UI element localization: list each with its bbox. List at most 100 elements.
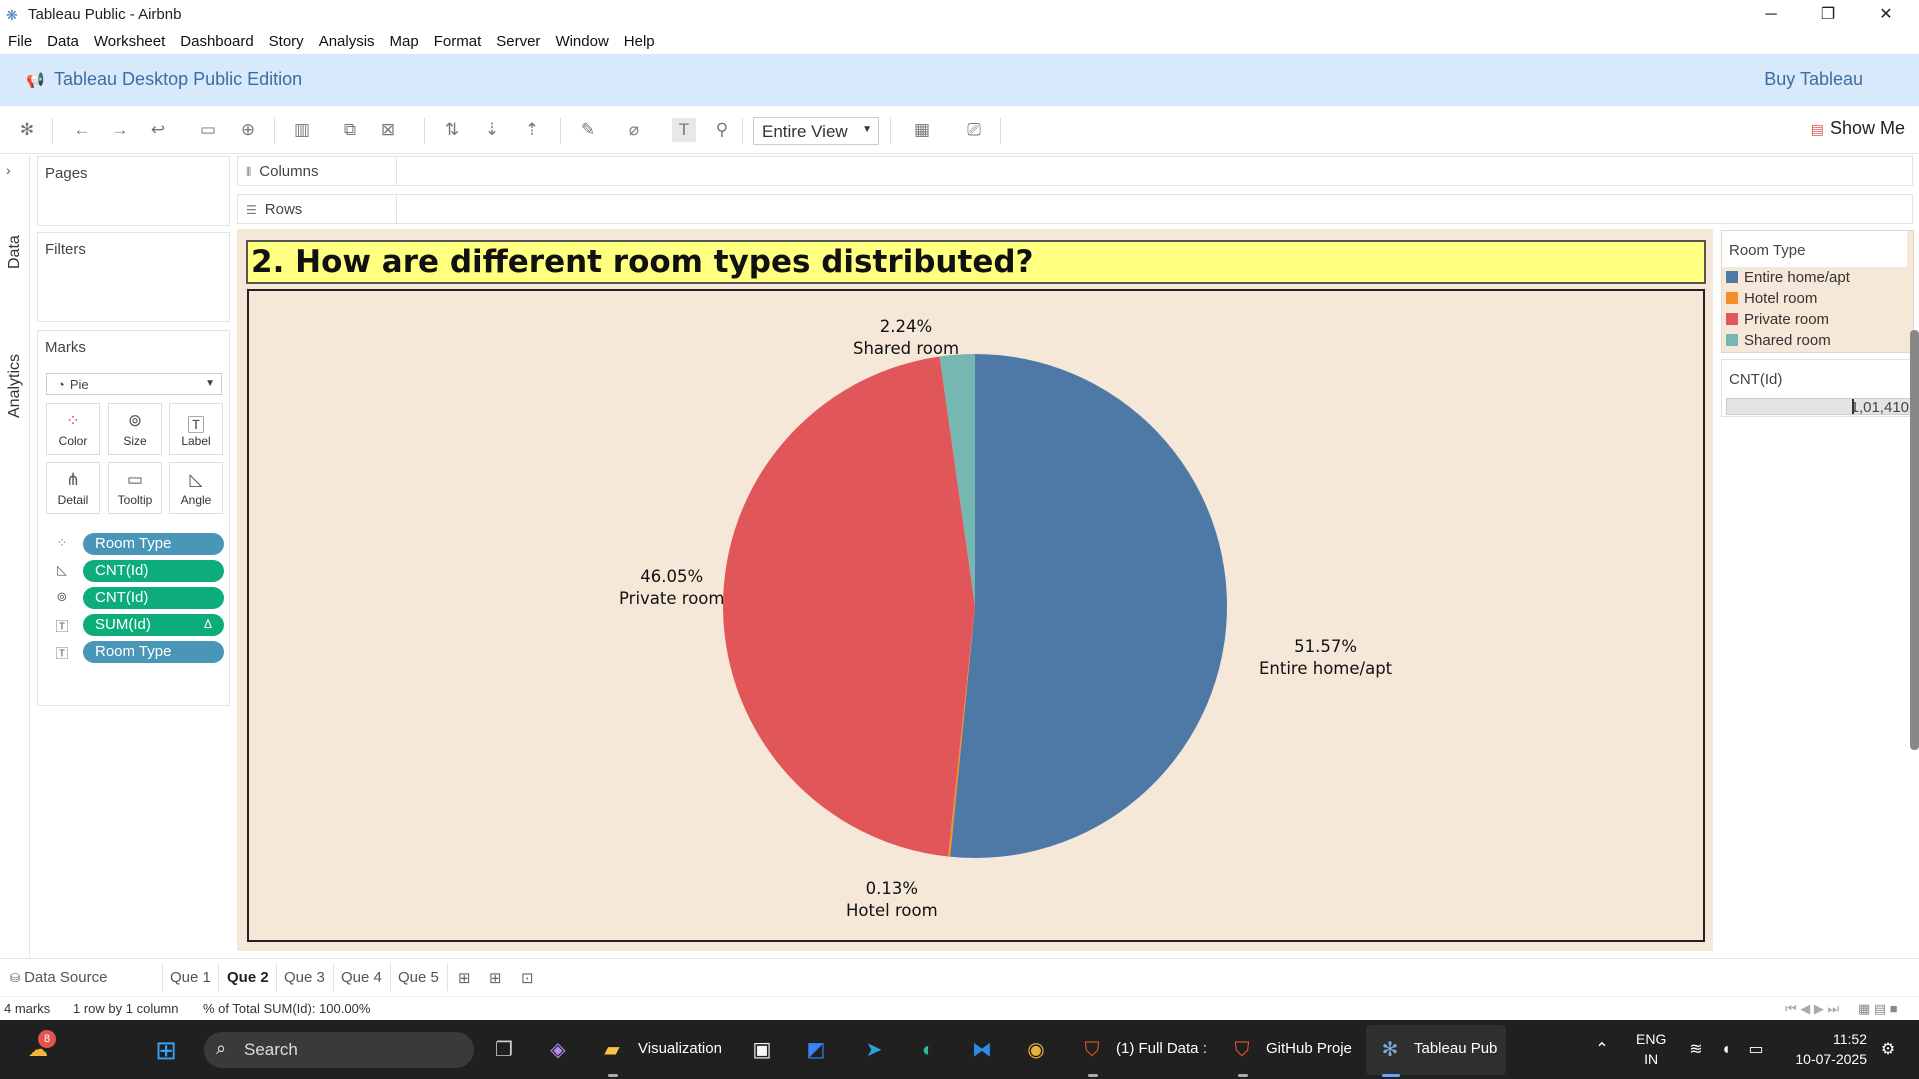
fit-dropdown[interactable]: Entire View ▼ — [753, 117, 879, 145]
menu-window[interactable]: Window — [547, 30, 615, 50]
rows-shelf[interactable]: ☰ Rows — [237, 194, 1913, 224]
taskbar-app-tableau[interactable]: Tableau Pub — [1414, 1040, 1497, 1057]
show-mark-labels-icon[interactable]: T — [672, 118, 696, 142]
volume-icon[interactable]: ◖ — [1710, 1034, 1742, 1066]
mark-type-dropdown[interactable]: ◔ Pie ▼ — [46, 373, 222, 395]
tooltip-button[interactable]: ▭ Tooltip — [108, 462, 162, 514]
legend-item[interactable]: Private room — [1726, 311, 1829, 331]
wifi-icon[interactable]: ≋ — [1680, 1034, 1712, 1066]
room-type-label-pill[interactable]: Room Type — [83, 641, 224, 663]
cnt-id-size-pill[interactable]: CNT(Id) — [83, 587, 224, 609]
brave-icon[interactable]: ⛉ — [1226, 1034, 1258, 1066]
save-icon[interactable]: ▭ — [196, 118, 220, 142]
taskbar-app-github[interactable]: GitHub Proje — [1266, 1040, 1352, 1057]
menu-map[interactable]: Map — [382, 30, 426, 50]
taskbar-search[interactable]: ⌕ Search — [204, 1032, 474, 1068]
pie-chart-area[interactable]: 51.57% Entire home/apt 0.13% Hotel room 46… — [247, 289, 1705, 942]
app-icon[interactable]: ◩ — [800, 1034, 832, 1066]
minimize-button[interactable]: ─ — [1743, 0, 1799, 30]
taskbar-app-visualization[interactable]: Visualization — [638, 1040, 722, 1057]
angle-button[interactable]: ◺ Angle — [169, 462, 223, 514]
sort-ascending-icon[interactable]: ⇣ — [480, 118, 504, 142]
restore-button[interactable]: ❐ — [1800, 0, 1856, 30]
menu-file[interactable]: File — [0, 30, 39, 50]
language-indicator[interactable]: ENG IN — [1636, 1029, 1666, 1069]
cnt-id-angle-pill[interactable]: CNT(Id) — [83, 560, 224, 582]
new-worksheet-tab-icon[interactable]: ⊞ — [458, 969, 471, 987]
redo-icon[interactable]: → — [108, 118, 132, 142]
legend-item[interactable]: Entire home/apt — [1726, 269, 1850, 289]
presentation-mode-icon[interactable]: ⎚ — [962, 118, 986, 142]
ms-store-icon[interactable]: ▣ — [746, 1034, 778, 1066]
undo-icon[interactable]: ← — [70, 118, 94, 142]
close-button[interactable]: ✕ — [1858, 0, 1914, 30]
sheet-title[interactable]: 2. How are different room types distribu… — [246, 240, 1706, 284]
menu-help[interactable]: Help — [616, 30, 662, 50]
buy-tableau-link[interactable]: Buy Tableau — [1764, 69, 1863, 90]
tableau-taskbar-icon[interactable]: ✻ — [1374, 1034, 1406, 1066]
telegram-icon[interactable]: ➤ — [858, 1034, 890, 1066]
new-datasource-icon[interactable]: ⊕ — [236, 118, 260, 142]
sort-descending-icon[interactable]: ⇡ — [520, 118, 544, 142]
sum-id-label-pill[interactable]: SUM(Id) Δ — [83, 614, 224, 636]
show-cards-icon[interactable]: ▦ — [910, 118, 934, 142]
columns-shelf[interactable]: ⦀ Columns — [237, 156, 1913, 186]
tableau-logo-icon[interactable]: ✻ — [15, 118, 39, 142]
clear-sheet-icon[interactable]: ⊠ — [376, 118, 400, 142]
taskbar-app-full-data[interactable]: (1) Full Data : — [1116, 1040, 1207, 1057]
legend-item[interactable]: Shared room — [1726, 332, 1831, 352]
data-pane-tab[interactable]: Data — [6, 235, 24, 269]
view-toggle-icon[interactable]: ▦ ▤ ■ — [1858, 1001, 1898, 1017]
brave-icon[interactable]: ⛉ — [1076, 1034, 1108, 1066]
menu-dashboard[interactable]: Dashboard — [172, 30, 260, 50]
size-legend[interactable]: CNT(Id) 1,01,410 — [1721, 359, 1914, 417]
notifications-icon[interactable]: ⚙ — [1872, 1034, 1904, 1066]
vscode-icon[interactable]: ⧓ — [966, 1034, 998, 1066]
copilot-icon[interactable]: ◈ — [542, 1034, 574, 1066]
chrome-icon[interactable]: ◉ — [1020, 1034, 1052, 1066]
chevron-up-icon[interactable]: ⌃ — [1586, 1034, 1618, 1066]
data-source-tab[interactable]: ⛁ Data Source — [10, 969, 107, 986]
legend-item[interactable]: Hotel room — [1726, 290, 1817, 310]
fix-axes-icon[interactable]: ⚲ — [710, 118, 734, 142]
new-worksheet-icon[interactable]: ▥ — [290, 118, 314, 142]
new-story-tab-icon[interactable]: ⊡ — [521, 969, 534, 987]
sheet-nav-arrows-icon[interactable]: ⏮ ◀ ▶ ⏭ — [1785, 1001, 1839, 1017]
detail-button[interactable]: ⋔ Detail — [46, 462, 100, 514]
pages-card[interactable]: Pages — [37, 156, 230, 226]
windows-start-icon[interactable]: ⊞ — [150, 1034, 182, 1066]
file-explorer-icon[interactable]: ▰ — [596, 1034, 628, 1066]
tab-que-5[interactable]: Que 5 — [398, 969, 439, 986]
new-dashboard-tab-icon[interactable]: ⊞ — [489, 969, 502, 987]
menu-analysis[interactable]: Analysis — [311, 30, 382, 50]
right-scrollbar[interactable] — [1910, 330, 1919, 750]
duplicate-sheet-icon[interactable]: ⧉ — [338, 118, 362, 142]
menu-story[interactable]: Story — [261, 30, 311, 50]
menu-server[interactable]: Server — [488, 30, 547, 50]
pie-slice-private-room[interactable] — [722, 356, 975, 857]
task-view-icon[interactable]: ❐ — [488, 1034, 520, 1066]
tab-que-4[interactable]: Que 4 — [341, 969, 382, 986]
analytics-pane-tab[interactable]: Analytics — [6, 354, 24, 418]
menu-worksheet[interactable]: Worksheet — [86, 30, 172, 50]
swap-rows-columns-icon[interactable]: ⇅ — [440, 118, 464, 142]
label-button[interactable]: 🅃 Label — [169, 403, 223, 455]
menu-format[interactable]: Format — [426, 30, 489, 50]
battery-icon[interactable]: ▭ — [1740, 1034, 1772, 1066]
replay-icon[interactable]: ↩ — [146, 118, 170, 142]
group-members-icon[interactable]: ⌀ — [622, 118, 646, 142]
menu-data[interactable]: Data — [39, 30, 86, 50]
taskbar-clock[interactable]: 11:52 10-07-2025 — [1795, 1029, 1867, 1069]
pie-chart-svg[interactable] — [249, 291, 1703, 940]
tab-que-3[interactable]: Que 3 — [284, 969, 325, 986]
filters-card[interactable]: Filters — [37, 232, 230, 322]
pie-slice-entire-home-apt[interactable] — [950, 354, 1227, 858]
tab-que-1[interactable]: Que 1 — [170, 969, 211, 986]
color-button[interactable]: ⁘ Color — [46, 403, 100, 455]
highlight-icon[interactable]: ✎ — [576, 118, 600, 142]
show-me-button[interactable]: ▤ Show Me — [1811, 118, 1905, 139]
room-type-legend[interactable]: Room Type Entire home/apt Hotel room Pri… — [1721, 230, 1914, 353]
tab-que-2[interactable]: Que 2 — [227, 969, 269, 986]
size-button[interactable]: ⊚ Size — [108, 403, 162, 455]
expand-chevron-icon[interactable]: › — [6, 162, 11, 178]
